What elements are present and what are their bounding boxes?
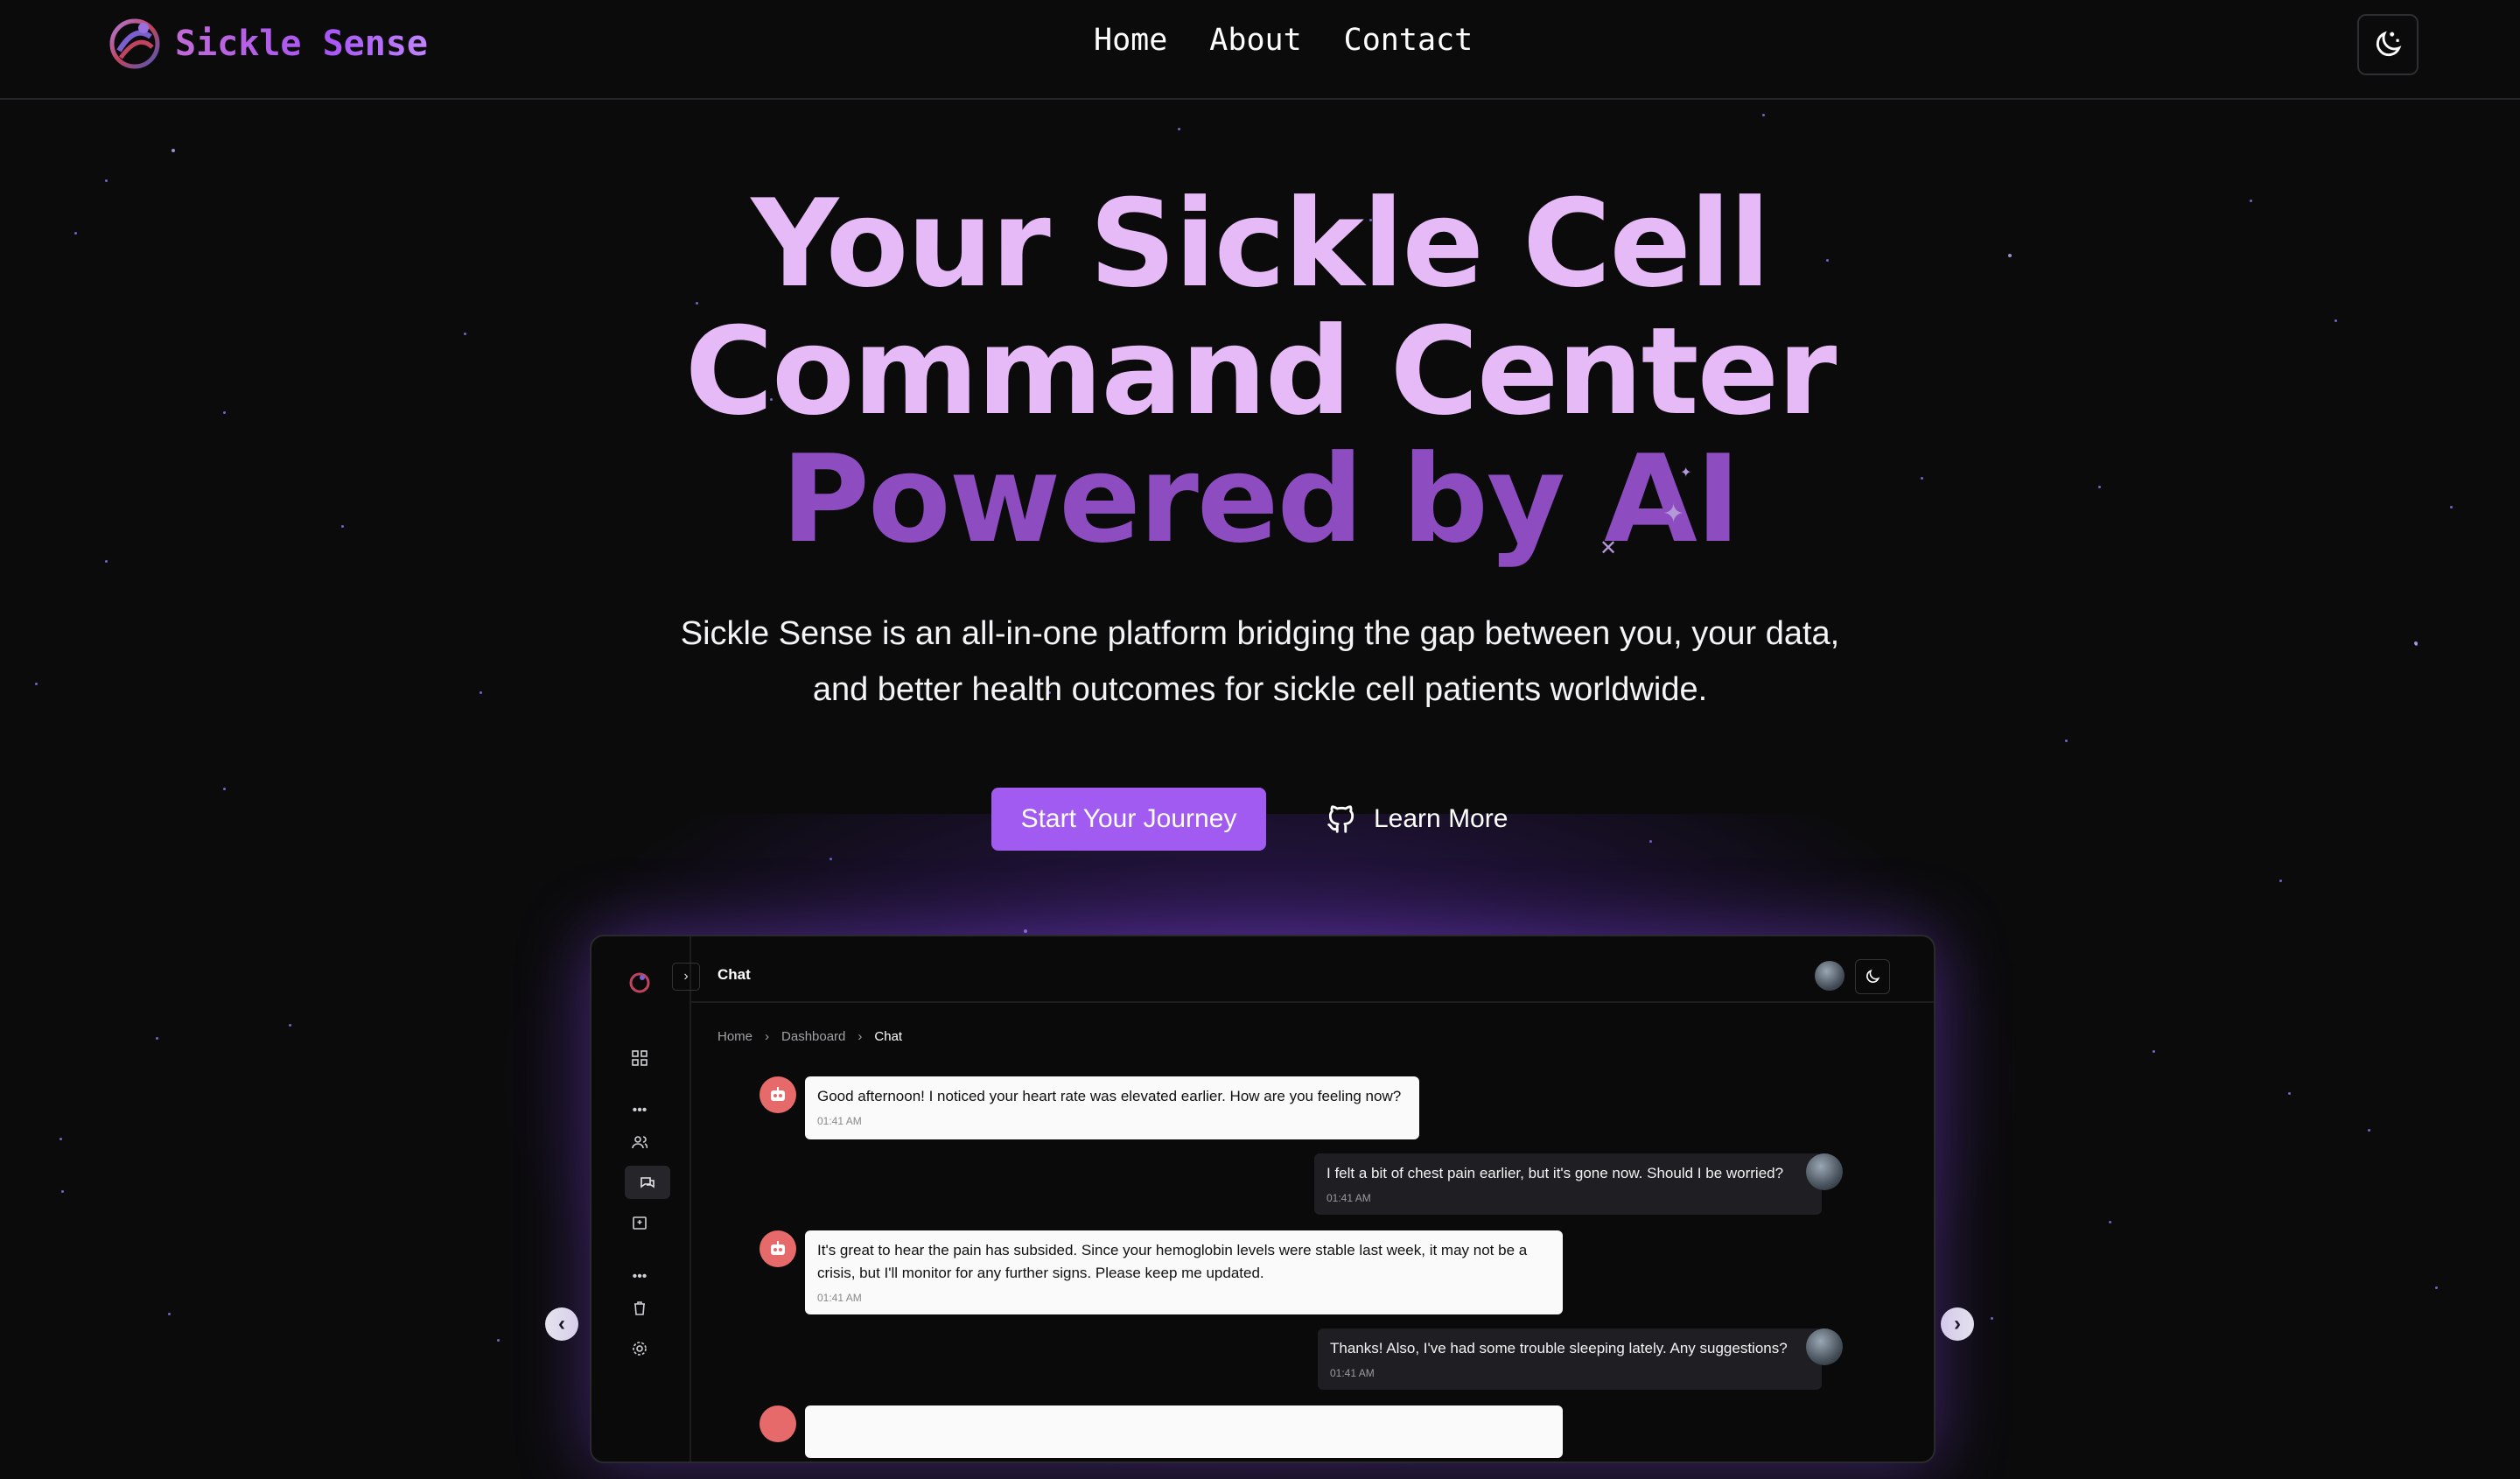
brand-name: Sickle Sense: [175, 24, 428, 64]
breadcrumb-separator: ›: [765, 1029, 770, 1044]
message-text: I felt a bit of chest pain earlier, but …: [1326, 1165, 1784, 1181]
chat-icon[interactable]: [625, 1166, 670, 1199]
message-text-line1: It's great to hear the pain has subsided…: [817, 1242, 1528, 1258]
message-time: 01:41 AM: [1326, 1192, 1371, 1204]
users-icon[interactable]: [626, 1129, 653, 1155]
main-nav: Home About Contact: [1094, 23, 1473, 58]
bot-avatar: [760, 1405, 796, 1442]
chat-message: [805, 1405, 1563, 1458]
hero-title: Your Sickle Cell Command Center Powered …: [0, 180, 2520, 564]
sparkle-icon: ✦: [1662, 500, 1685, 529]
github-icon: [1327, 805, 1354, 833]
theme-toggle-button[interactable]: [2357, 14, 2418, 75]
sparkle-icon: ✦: [1680, 466, 1692, 480]
message-text-line2: crisis, but I'll monitor for any further…: [817, 1265, 1264, 1281]
more-icon[interactable]: •••: [626, 1264, 653, 1290]
chat-message: I felt a bit of chest pain earlier, but …: [1314, 1153, 1822, 1215]
hero-subtitle: Sickle Sense is an all-in-one platform b…: [0, 606, 2520, 718]
settings-icon[interactable]: [626, 1335, 653, 1362]
chat-message: Good afternoon! I noticed your heart rat…: [805, 1076, 1419, 1139]
start-journey-button[interactable]: Start Your Journey: [991, 788, 1266, 851]
chat-message: It's great to hear the pain has subsided…: [805, 1230, 1563, 1314]
preview-divider: [690, 1001, 1934, 1003]
message-time: 01:41 AM: [817, 1115, 862, 1127]
trash-icon[interactable]: [626, 1295, 653, 1321]
nav-about[interactable]: About: [1209, 23, 1301, 58]
nav-home[interactable]: Home: [1094, 23, 1167, 58]
carousel-prev-button[interactable]: ‹: [545, 1307, 578, 1341]
message-text: Good afternoon! I noticed your heart rat…: [817, 1088, 1402, 1104]
avatar[interactable]: [1815, 961, 1844, 991]
breadcrumb-separator: ›: [858, 1029, 863, 1044]
hero-subtitle-line1: Sickle Sense is an all-in-one platform b…: [680, 615, 1840, 652]
chevron-right-icon: ›: [1954, 1312, 1961, 1335]
brand-link[interactable]: Sickle Sense: [108, 16, 428, 72]
app-preview-screenshot: ••• ••• › Chat Home › Dashboard › Chat G…: [590, 935, 1936, 1463]
learn-more-button[interactable]: Learn More: [1320, 788, 1513, 851]
moon-sparkle-icon: [2376, 31, 2402, 57]
moon-sparkle-icon: [1866, 969, 1880, 983]
hero-title-line3: Powered by AI: [780, 429, 1740, 570]
message-time: 01:41 AM: [817, 1292, 862, 1304]
sparkle-icon: ✕: [1600, 536, 1618, 560]
message-time: 01:41 AM: [1330, 1367, 1375, 1379]
more-icon[interactable]: •••: [626, 1097, 653, 1124]
sidebar-toggle-button[interactable]: ›: [672, 963, 700, 991]
hospital-icon[interactable]: [626, 1209, 653, 1236]
hero-title-line2: Command Center: [684, 301, 1838, 442]
hero-title-line1: Your Sickle Cell: [751, 173, 1770, 314]
nav-contact[interactable]: Contact: [1344, 23, 1474, 58]
breadcrumb-chat: Chat: [874, 1029, 903, 1044]
breadcrumb: Home › Dashboard › Chat: [718, 1029, 902, 1044]
avatar: [1806, 1328, 1843, 1365]
breadcrumb-dashboard[interactable]: Dashboard: [781, 1029, 845, 1044]
chevron-right-icon: ›: [683, 969, 689, 984]
bot-avatar: [760, 1230, 796, 1267]
carousel-next-button[interactable]: ›: [1941, 1307, 1974, 1341]
site-header: Sickle Sense Home About Contact: [0, 0, 2520, 100]
grid-icon[interactable]: [626, 1045, 653, 1071]
message-text: Thanks! Also, I've had some trouble slee…: [1330, 1340, 1788, 1356]
preview-page-title: Chat: [718, 966, 751, 983]
learn-more-label: Learn More: [1374, 804, 1508, 833]
brand-logo-icon: [109, 18, 160, 69]
hero-subtitle-line2: and better health outcomes for sickle ce…: [812, 671, 1708, 708]
chat-message: Thanks! Also, I've had some trouble slee…: [1318, 1328, 1822, 1390]
preview-theme-toggle[interactable]: [1855, 959, 1890, 994]
avatar: [1806, 1153, 1843, 1190]
chevron-left-icon: ‹: [558, 1312, 565, 1335]
breadcrumb-home[interactable]: Home: [718, 1029, 752, 1044]
preview-sidebar: ••• •••: [592, 936, 691, 1461]
preview-logo-icon: [626, 970, 653, 996]
bot-avatar: [760, 1076, 796, 1113]
